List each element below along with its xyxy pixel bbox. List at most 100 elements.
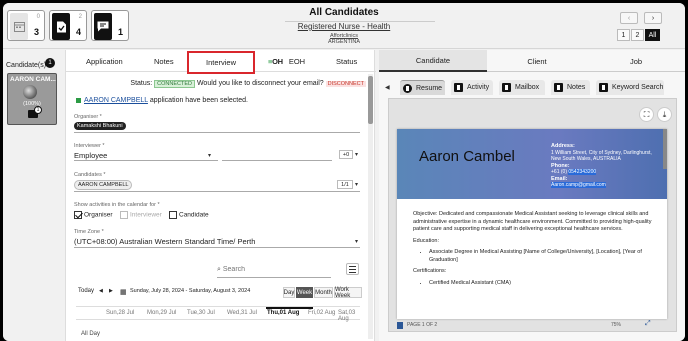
subtab-keyword-search[interactable]: Keyword Search xyxy=(596,80,664,95)
activity-option-interviewer[interactable]: Interviewer xyxy=(120,211,162,219)
resume-name: Aaron Cambel xyxy=(419,148,515,165)
date-range: Sunday, July 28, 2024 - Saturday, August… xyxy=(130,288,251,294)
interviewer-stepper[interactable]: +0 xyxy=(339,150,353,159)
organiser-underline xyxy=(74,132,360,133)
interviewer-underline xyxy=(74,160,218,161)
organiser-chip[interactable]: Kamakshi Bhakuni xyxy=(74,122,126,130)
tab-job[interactable]: Job xyxy=(587,50,685,72)
search-input[interactable] xyxy=(222,266,318,273)
candidate-checkbox[interactable] xyxy=(169,211,177,219)
expand-icon[interactable]: ⤢ xyxy=(645,320,651,328)
calendar-day-headers: Sun,28 Jul Mon,29 Jul Tue,30 Jul Wed,31 … xyxy=(76,306,360,322)
resume-viewer: ⛶ ⤓ Aaron Cambel Address: 1 William Stre… xyxy=(388,98,677,332)
page-button-1[interactable]: 1 xyxy=(617,29,630,41)
view-month-button[interactable]: Month xyxy=(314,287,333,298)
tab-notes[interactable]: Notes xyxy=(154,57,174,66)
email-status-row: Status: CONNECTED Would you like to disc… xyxy=(66,80,366,88)
calendar-toolbar: Today ◀ ▶ ▦ Sunday, July 28, 2024 - Satu… xyxy=(76,287,362,300)
calendar-search[interactable]: ⌕ xyxy=(217,266,331,278)
subtab-notes-label: Notes xyxy=(567,84,586,91)
middle-scrollbar[interactable] xyxy=(368,74,373,339)
timezone-select[interactable]: (UTC+08:00) Australian Western Standard … xyxy=(74,237,255,246)
subtab-notes[interactable]: Notes xyxy=(551,80,590,95)
activity-option-candidate[interactable]: Candidate xyxy=(169,211,209,219)
organiser-label: Organiser * xyxy=(74,114,102,120)
today-button[interactable]: Today xyxy=(78,288,94,294)
selected-candidate-link[interactable]: AARON CAMPBELL xyxy=(84,97,148,104)
disconnect-question: Would you like to disconnect your email? xyxy=(196,80,324,87)
next-week-icon[interactable]: ▶ xyxy=(109,288,113,294)
right-tabs: Candidate Client Job xyxy=(379,50,685,72)
view-workweek-button[interactable]: Work Week xyxy=(334,287,362,299)
address-label: Address: xyxy=(551,143,575,149)
candidates-count-badge: 1 xyxy=(45,58,55,68)
scroll-left-icon[interactable]: ◀ xyxy=(385,84,392,91)
organiser-checkbox[interactable] xyxy=(74,211,82,219)
tab-status[interactable]: Status xyxy=(336,57,357,66)
tab-interview[interactable]: Interview xyxy=(187,51,255,74)
search-icon: ⌕ xyxy=(217,266,221,273)
subtab-activity-label: Activity xyxy=(467,84,490,91)
today-indicator xyxy=(266,307,313,309)
candidates-underline xyxy=(74,191,360,192)
page-button-all[interactable]: All xyxy=(645,29,660,41)
resume-document: Aaron Cambel Address: 1 William Street, … xyxy=(397,129,667,319)
preview-panel: Candidate Client Job ◀ Resume Activity M… xyxy=(379,50,685,341)
view-week-button[interactable]: Week xyxy=(296,287,313,298)
tab-interview-label: Interview xyxy=(205,58,236,67)
resume-icon xyxy=(403,83,412,93)
organiser-option-label: Organiser xyxy=(84,211,113,219)
chevron-down-icon[interactable]: ▾ xyxy=(355,238,358,245)
job-title-link[interactable]: Registered Nurse - Health xyxy=(3,22,685,31)
interviewer-select[interactable]: Employee xyxy=(74,151,107,160)
page-title: All Candidates xyxy=(309,7,379,18)
subtab-resume[interactable]: Resume xyxy=(400,80,445,95)
resume-contact: Address: 1 William Street, City of Sydne… xyxy=(551,143,661,189)
candidate-chip[interactable]: AARON CAMPBELL xyxy=(74,180,133,190)
activity-option-organiser[interactable]: Organiser xyxy=(74,211,113,219)
zoom-level[interactable]: 75% xyxy=(611,322,621,328)
disconnect-button[interactable]: DISCONNECT xyxy=(325,81,366,87)
subtab-activity[interactable]: Activity xyxy=(451,80,493,95)
keyword-search-icon xyxy=(599,83,608,92)
avatar xyxy=(23,85,37,99)
view-day-button[interactable]: Day xyxy=(283,287,295,298)
calendar-icon[interactable]: ▦ xyxy=(120,288,127,296)
subtab-mailbox[interactable]: Mailbox xyxy=(499,80,545,95)
interviewer-label: Interviewer * xyxy=(74,143,105,149)
education-item: Associate Degree in Medical Assisting [N… xyxy=(429,249,653,264)
next-candidate-button[interactable]: › xyxy=(644,12,662,24)
download-icon[interactable]: ⤓ xyxy=(657,107,672,122)
candidate-card[interactable]: AARON CAM... (100%) 1 xyxy=(7,73,57,125)
eoh-logo: ≡OH xyxy=(268,57,283,66)
chevron-down-icon[interactable]: ▾ xyxy=(355,151,358,158)
tab-application[interactable]: Application xyxy=(86,57,123,66)
email-label: Email: xyxy=(551,175,568,182)
interviewer-checkbox[interactable] xyxy=(120,211,128,219)
document-scrollbar[interactable] xyxy=(663,129,667,169)
tab-eoh[interactable]: ≡OH EOH xyxy=(268,57,305,66)
tab-client[interactable]: Client xyxy=(487,50,587,72)
mailbox-icon xyxy=(502,83,511,92)
certifications-label: Certifications: xyxy=(413,268,447,274)
prev-week-icon[interactable]: ◀ xyxy=(99,288,103,294)
prev-candidate-button[interactable]: ‹ xyxy=(620,12,638,24)
green-square-icon xyxy=(76,97,81,103)
list-view-icon[interactable] xyxy=(346,263,359,275)
fullscreen-icon[interactable]: ⛶ xyxy=(639,107,654,122)
page-button-2[interactable]: 2 xyxy=(631,29,644,41)
chevron-down-icon[interactable]: ▾ xyxy=(355,181,358,188)
candidate-count-box: 1/1 xyxy=(337,180,353,189)
day-header: Mon,29 Jul xyxy=(147,310,177,316)
tab-candidate[interactable]: Candidate xyxy=(379,50,487,72)
chevron-down-icon[interactable]: ▾ xyxy=(208,152,211,159)
timezone-underline xyxy=(74,247,360,248)
email-value: Aaron.camp@gmail.com xyxy=(551,182,606,188)
timezone-label: Time Zone * xyxy=(74,229,104,235)
subtab-keyword-label: Keyword Search xyxy=(612,84,664,91)
candidate-rail: Candidate(s) 1 AARON CAM... (100%) 1 xyxy=(3,50,61,341)
selected-text: application have been selected. xyxy=(149,97,248,104)
day-header: Sun,28 Jul xyxy=(106,310,135,316)
candidate-card-badge: 1 xyxy=(34,106,42,114)
scroll-thumb[interactable] xyxy=(368,76,373,124)
